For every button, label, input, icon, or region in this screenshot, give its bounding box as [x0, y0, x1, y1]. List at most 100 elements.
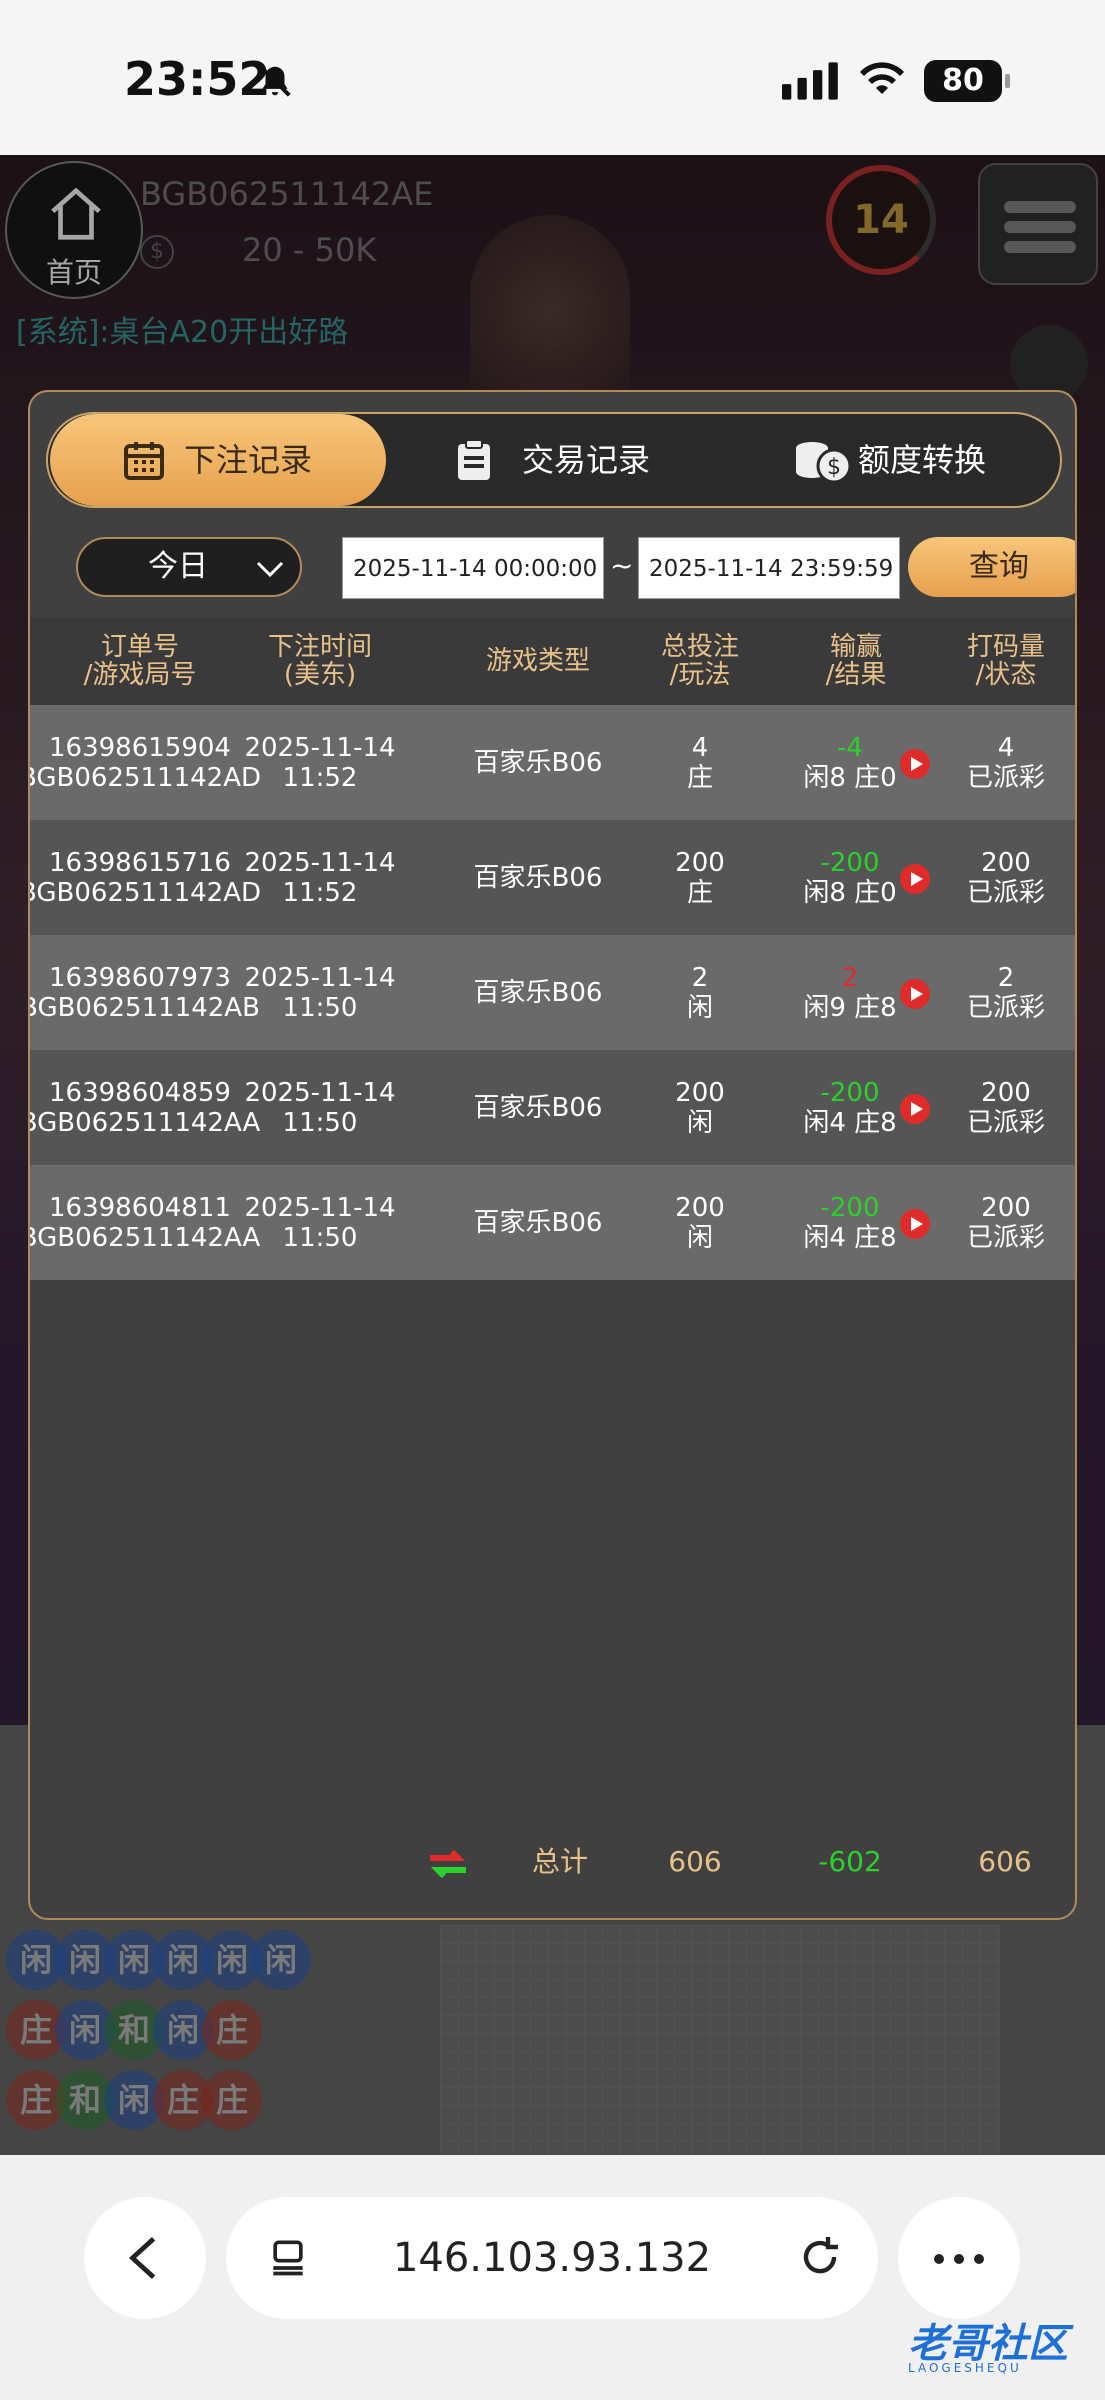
query-button[interactable]: 查询 [908, 537, 1075, 597]
more-button[interactable] [898, 2197, 1020, 2319]
date-separator: ~ [610, 549, 634, 582]
column-header: 总投注/玩法 [626, 617, 774, 705]
cell-status: 已派彩 [966, 762, 1045, 793]
cell-winloss: -200 [820, 847, 880, 878]
play-replay-icon[interactable] [900, 1209, 930, 1239]
totals-label: 总计 [531, 1845, 588, 1878]
play-replay-icon[interactable] [900, 1094, 930, 1124]
table-cell: -4 闲8 庄0 [782, 705, 918, 820]
table-row[interactable]: 16398604859 BGB062511142AA 2025-11-14 11:50… [30, 1050, 1075, 1165]
cell-play: 庄 [686, 762, 713, 793]
table-cell: 百家乐B06 [464, 935, 612, 1050]
play-replay-icon[interactable] [900, 749, 930, 779]
cell-time: 11:52 [282, 762, 358, 793]
table-cell: 2025-11-14 11:50 [220, 1165, 420, 1280]
wifi-icon [860, 62, 904, 94]
table-cell: 200 闲 [626, 1050, 774, 1165]
tab-bet-records[interactable]: 下注记录 [50, 414, 386, 506]
cell-play: 闲 [686, 1222, 713, 1253]
table-row[interactable]: 16398604811 BGB062511142AA 2025-11-14 11:50… [30, 1165, 1075, 1280]
header-line: /状态 [975, 660, 1037, 690]
tab-transaction-records[interactable]: 交易记录 [388, 414, 724, 506]
cell-bet: 200 [675, 847, 725, 878]
column-header: 输赢/结果 [782, 617, 930, 705]
cell-order: 16398604859 [49, 1077, 231, 1108]
cell-order: 16398615904 [49, 732, 231, 763]
filter-bar: 今日 2025-11-14 00:00:00 ~ 2025-11-14 23:5… [76, 537, 1075, 599]
start-date-input[interactable]: 2025-11-14 00:00:00 [342, 537, 604, 599]
cell-game: 百家乐B06 [473, 747, 603, 778]
cell-status: 已派彩 [966, 1107, 1045, 1138]
header-line: 下注时间 [267, 632, 372, 662]
tab-label: 下注记录 [183, 441, 312, 479]
address-bar[interactable]: 146.103.93.132 [226, 2197, 878, 2319]
cell-bet: 200 [675, 1192, 725, 1223]
cell-date: 2025-11-14 [244, 1192, 396, 1223]
column-header: 订单号/游戏局号 [40, 617, 240, 705]
status-bar: 23:52 80 [0, 0, 1105, 155]
header-line: 游戏类型 [485, 646, 590, 676]
refresh-arrows-icon[interactable] [424, 1844, 472, 1884]
cell-order: 16398607973 [49, 962, 231, 993]
table-cell: 4 已派彩 [936, 705, 1075, 820]
period-select[interactable]: 今日 [76, 537, 302, 597]
table-cell: 16398604811 BGB062511142AA [30, 1165, 260, 1280]
battery-indicator: 80 [924, 60, 1010, 102]
table-cell: 200 已派彩 [936, 1050, 1075, 1165]
cell-status: 已派彩 [966, 877, 1045, 908]
bet-records-modal: 下注记录 交易记录 $ 额度转换 今日 2025-11-14 00:00:00 … [28, 390, 1077, 1920]
cell-date: 2025-11-14 [244, 962, 396, 993]
table-cell: 2025-11-14 11:50 [220, 935, 420, 1050]
table-cell: 200 庄 [626, 820, 774, 935]
chevron-down-icon [256, 561, 284, 578]
bell-muted-icon [259, 65, 291, 97]
table-cell: 2 闲9 庄8 [782, 935, 918, 1050]
table-header: 订单号/游戏局号 下注时间 (美东) 游戏类型 总投注/玩法 输赢/结果 打码量/状态 [30, 617, 1075, 705]
cell-result: 闲4 庄8 [803, 1222, 897, 1253]
header-line: 输赢 [829, 632, 882, 662]
cell-winloss: -4 [837, 732, 863, 763]
reload-icon[interactable] [796, 2233, 844, 2281]
header-line: 打码量 [966, 632, 1045, 662]
cell-date: 2025-11-14 [244, 732, 396, 763]
cell-result: 闲8 庄0 [803, 762, 897, 793]
tab-bar: 下注记录 交易记录 $ 额度转换 [46, 412, 1062, 508]
cell-game: 百家乐B06 [473, 1207, 603, 1238]
back-button[interactable] [84, 2197, 206, 2319]
cell-status: 已派彩 [966, 992, 1045, 1023]
tab-label: 交易记录 [521, 441, 650, 479]
cell-time: 11:50 [282, 1107, 358, 1138]
table-cell: 16398607973 BGB062511142AB [30, 935, 260, 1050]
header-line: /游戏局号 [83, 660, 197, 690]
total-turnover: 606 [978, 1845, 1032, 1878]
table-cell: 200 闲 [626, 1165, 774, 1280]
url-text: 146.103.93.132 [392, 2235, 712, 2281]
cell-result: 闲4 庄8 [803, 1107, 897, 1138]
end-date-input[interactable]: 2025-11-14 23:59:59 [638, 537, 900, 599]
cell-time: 11:50 [282, 1222, 358, 1253]
cell-status: 已派彩 [966, 1222, 1045, 1253]
cell-result: 闲8 庄0 [803, 877, 897, 908]
column-header: 游戏类型 [464, 617, 612, 705]
cell-turnover: 2 [997, 962, 1015, 993]
cell-time: 11:52 [282, 877, 358, 908]
table-row[interactable]: 16398607973 BGB062511142AB 2025-11-14 11:50… [30, 935, 1075, 1050]
table-cell: 2025-11-14 11:52 [220, 705, 420, 820]
more-icon-dot [974, 2254, 984, 2264]
total-bet: 606 [668, 1845, 722, 1878]
table-cell: 百家乐B06 [464, 705, 612, 820]
play-replay-icon[interactable] [900, 979, 930, 1009]
play-replay-icon[interactable] [900, 864, 930, 894]
table-cell: -200 闲4 庄8 [782, 1165, 918, 1280]
tab-credit-transfer[interactable]: $ 额度转换 [724, 414, 1060, 506]
table-cell: 16398615716 BGB062511142AD [30, 820, 261, 935]
table-row[interactable]: 16398615904 BGB062511142AD 2025-11-14 11:52… [30, 705, 1075, 820]
table-cell: -200 闲8 庄0 [782, 820, 918, 935]
header-line: /结果 [825, 660, 887, 690]
cell-time: 11:50 [282, 992, 358, 1023]
cell-play: 庄 [686, 877, 713, 908]
cell-winloss: -200 [820, 1192, 880, 1223]
table-row[interactable]: 16398615716 BGB062511142AD 2025-11-14 11:52… [30, 820, 1075, 935]
cell-bet: 2 [691, 962, 709, 993]
table-cell: 200 已派彩 [936, 820, 1075, 935]
